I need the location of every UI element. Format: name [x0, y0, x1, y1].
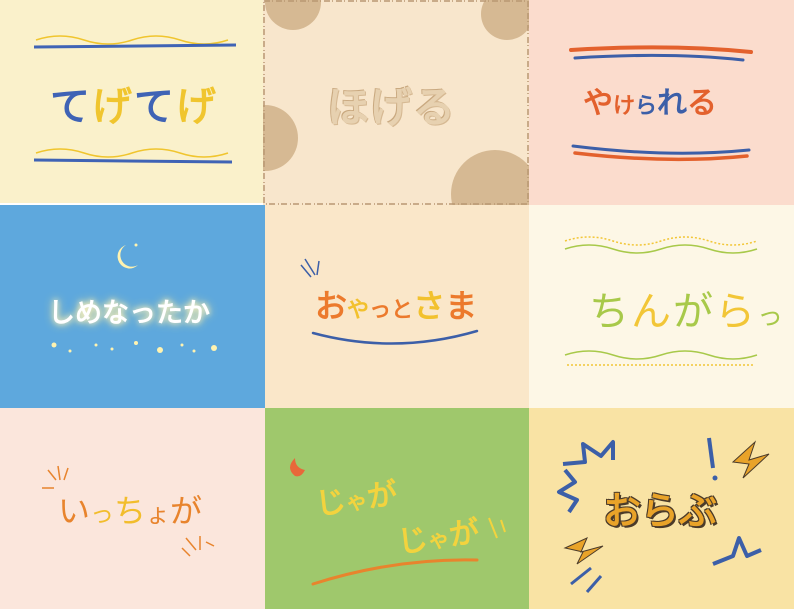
- char: ち: [114, 492, 147, 530]
- word-shimenattaka: しめなったか: [48, 298, 210, 329]
- moon-icon: [117, 245, 138, 269]
- char: れ: [657, 86, 688, 121]
- panel-jagajaga: じゃが じゃが: [265, 408, 529, 609]
- char: ま: [445, 287, 478, 325]
- word-chingarat: ちんがらっ: [589, 279, 785, 337]
- panel-hogeru: ほげる: [263, 0, 529, 205]
- panel-tegetege: てげてげ: [0, 0, 263, 203]
- panel-yakerareru: やけられる: [529, 0, 794, 205]
- dialect-word-grid: てげてげ ほげる やけられる しめなったか おやっとさま ちんがらっ いっちょが…: [0, 0, 794, 609]
- char: お: [315, 287, 348, 325]
- char: じ: [395, 521, 431, 561]
- word-icchoga: いっちょが: [58, 486, 202, 532]
- char: ん: [631, 289, 673, 335]
- panel-oyattosama: おやっとさま: [265, 205, 529, 408]
- char: っ: [757, 302, 786, 332]
- char: ょ: [146, 500, 171, 528]
- char: い: [58, 492, 91, 530]
- char: が: [364, 476, 400, 516]
- char: け: [613, 94, 636, 119]
- char: が: [673, 289, 715, 335]
- panel-icchoga: いっちょが: [0, 408, 265, 609]
- char: と: [391, 298, 414, 323]
- char: が: [446, 514, 482, 554]
- char: ら: [715, 289, 757, 335]
- char: っ: [369, 298, 392, 323]
- char: が: [170, 492, 203, 530]
- word-tegetege: てげてげ: [50, 74, 218, 132]
- char: ち: [589, 289, 631, 335]
- char: げ: [176, 84, 218, 130]
- word-hogeru: ほげる: [327, 83, 457, 132]
- panel-chingarat: ちんがらっ: [529, 205, 794, 408]
- word-yakerareru: やけられる: [583, 78, 717, 122]
- word-oyattosama: おやっとさま: [315, 281, 477, 327]
- char: ら: [635, 94, 658, 119]
- char: る: [687, 86, 718, 121]
- char: や: [347, 298, 370, 323]
- char: さ: [413, 287, 446, 325]
- char: げ: [92, 84, 134, 130]
- char: て: [50, 84, 92, 130]
- panel-shimenattaka: しめなったか: [0, 205, 265, 408]
- char: や: [583, 86, 613, 121]
- char: じ: [313, 483, 349, 523]
- word-orabu: おらぶ: [603, 489, 718, 533]
- panel-orabu: おらぶ: [529, 408, 794, 609]
- char: っ: [90, 500, 115, 528]
- char: て: [134, 84, 176, 130]
